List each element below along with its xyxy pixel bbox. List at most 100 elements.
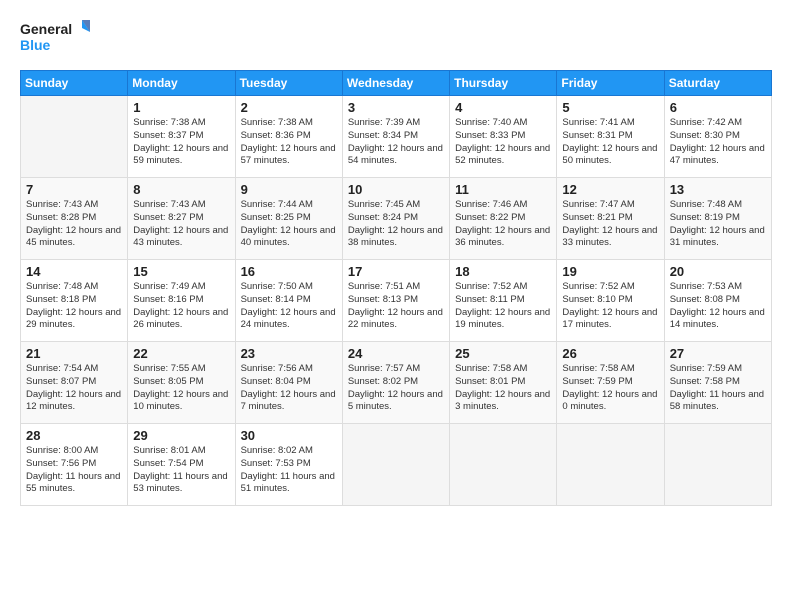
calendar-cell: 22 Sunrise: 7:55 AM Sunset: 8:05 PM Dayli… xyxy=(128,342,235,424)
day-number: 10 xyxy=(348,182,444,197)
calendar-cell: 16 Sunrise: 7:50 AM Sunset: 8:14 PM Dayli… xyxy=(235,260,342,342)
cell-info: Sunrise: 7:51 AM Sunset: 8:13 PM Dayligh… xyxy=(348,281,444,332)
calendar-week-2: 7Sunrise: 7:43 AM Sunset: 8:28 PM Daylig… xyxy=(21,178,772,260)
day-number: 2 xyxy=(241,100,337,115)
calendar-weekday-friday: Friday xyxy=(557,71,664,96)
cell-info: Sunrise: 7:45 AM Sunset: 8:24 PM Dayligh… xyxy=(348,199,444,250)
calendar-cell: 29 Sunrise: 8:01 AM Sunset: 7:54 PM Dayli… xyxy=(128,424,235,506)
cell-info: Sunrise: 7:55 AM Sunset: 8:05 PM Dayligh… xyxy=(133,363,229,414)
calendar-cell: 7Sunrise: 7:43 AM Sunset: 8:28 PM Daylig… xyxy=(21,178,128,260)
day-number: 26 xyxy=(562,346,658,361)
cell-info: Sunrise: 7:54 AM Sunset: 8:07 PM Dayligh… xyxy=(26,363,122,414)
calendar-cell xyxy=(21,96,128,178)
cell-info: Sunrise: 8:02 AM Sunset: 7:53 PM Dayligh… xyxy=(241,445,337,496)
day-number: 5 xyxy=(562,100,658,115)
day-number: 23 xyxy=(241,346,337,361)
cell-info: Sunrise: 7:43 AM Sunset: 8:28 PM Dayligh… xyxy=(26,199,122,250)
calendar-cell xyxy=(664,424,771,506)
cell-info: Sunrise: 7:49 AM Sunset: 8:16 PM Dayligh… xyxy=(133,281,229,332)
day-number: 20 xyxy=(670,264,766,279)
cell-info: Sunrise: 7:41 AM Sunset: 8:31 PM Dayligh… xyxy=(562,117,658,168)
cell-info: Sunrise: 7:48 AM Sunset: 8:19 PM Dayligh… xyxy=(670,199,766,250)
calendar-cell: 10 Sunrise: 7:45 AM Sunset: 8:24 PM Dayli… xyxy=(342,178,449,260)
cell-info: Sunrise: 7:40 AM Sunset: 8:33 PM Dayligh… xyxy=(455,117,551,168)
day-number: 16 xyxy=(241,264,337,279)
calendar-cell: 15Sunrise: 7:49 AM Sunset: 8:16 PM Dayli… xyxy=(128,260,235,342)
day-number: 22 xyxy=(133,346,229,361)
calendar-cell: 2Sunrise: 7:38 AM Sunset: 8:36 PM Daylig… xyxy=(235,96,342,178)
day-number: 12 xyxy=(562,182,658,197)
page-header: General Blue xyxy=(20,16,772,60)
calendar-cell: 19Sunrise: 7:52 AM Sunset: 8:10 PM Dayli… xyxy=(557,260,664,342)
cell-info: Sunrise: 7:50 AM Sunset: 8:14 PM Dayligh… xyxy=(241,281,337,332)
calendar-cell: 28Sunrise: 8:00 AM Sunset: 7:56 PM Dayli… xyxy=(21,424,128,506)
calendar-weekday-monday: Monday xyxy=(128,71,235,96)
calendar: SundayMondayTuesdayWednesdayThursdayFrid… xyxy=(20,70,772,506)
cell-info: Sunrise: 7:48 AM Sunset: 8:18 PM Dayligh… xyxy=(26,281,122,332)
cell-info: Sunrise: 8:01 AM Sunset: 7:54 PM Dayligh… xyxy=(133,445,229,496)
cell-info: Sunrise: 7:43 AM Sunset: 8:27 PM Dayligh… xyxy=(133,199,229,250)
cell-info: Sunrise: 7:53 AM Sunset: 8:08 PM Dayligh… xyxy=(670,281,766,332)
day-number: 29 xyxy=(133,428,229,443)
cell-info: Sunrise: 7:39 AM Sunset: 8:34 PM Dayligh… xyxy=(348,117,444,168)
day-number: 27 xyxy=(670,346,766,361)
cell-info: Sunrise: 7:47 AM Sunset: 8:21 PM Dayligh… xyxy=(562,199,658,250)
day-number: 21 xyxy=(26,346,122,361)
calendar-weekday-sunday: Sunday xyxy=(21,71,128,96)
calendar-cell: 18 Sunrise: 7:52 AM Sunset: 8:11 PM Dayli… xyxy=(450,260,557,342)
cell-info: Sunrise: 7:52 AM Sunset: 8:11 PM Dayligh… xyxy=(455,281,551,332)
day-number: 1 xyxy=(133,100,229,115)
day-number: 25 xyxy=(455,346,551,361)
calendar-cell: 17 Sunrise: 7:51 AM Sunset: 8:13 PM Dayli… xyxy=(342,260,449,342)
calendar-cell: 23 Sunrise: 7:56 AM Sunset: 8:04 PM Dayli… xyxy=(235,342,342,424)
calendar-weekday-thursday: Thursday xyxy=(450,71,557,96)
day-number: 24 xyxy=(348,346,444,361)
cell-info: Sunrise: 7:46 AM Sunset: 8:22 PM Dayligh… xyxy=(455,199,551,250)
calendar-week-3: 14 Sunrise: 7:48 AM Sunset: 8:18 PM Dayli… xyxy=(21,260,772,342)
calendar-cell: 24Sunrise: 7:57 AM Sunset: 8:02 PM Dayli… xyxy=(342,342,449,424)
calendar-cell: 14 Sunrise: 7:48 AM Sunset: 8:18 PM Dayli… xyxy=(21,260,128,342)
cell-info: Sunrise: 7:59 AM Sunset: 7:58 PM Dayligh… xyxy=(670,363,766,414)
calendar-weekday-tuesday: Tuesday xyxy=(235,71,342,96)
calendar-cell: 8 Sunrise: 7:43 AM Sunset: 8:27 PM Daylig… xyxy=(128,178,235,260)
logo: General Blue xyxy=(20,16,90,60)
day-number: 11 xyxy=(455,182,551,197)
calendar-week-4: 21 Sunrise: 7:54 AM Sunset: 8:07 PM Dayli… xyxy=(21,342,772,424)
cell-info: Sunrise: 7:38 AM Sunset: 8:37 PM Dayligh… xyxy=(133,117,229,168)
day-number: 17 xyxy=(348,264,444,279)
calendar-cell: 1 Sunrise: 7:38 AM Sunset: 8:37 PM Daylig… xyxy=(128,96,235,178)
day-number: 9 xyxy=(241,182,337,197)
calendar-cell: 30 Sunrise: 8:02 AM Sunset: 7:53 PM Dayli… xyxy=(235,424,342,506)
svg-text:Blue: Blue xyxy=(20,37,51,53)
cell-info: Sunrise: 7:58 AM Sunset: 8:01 PM Dayligh… xyxy=(455,363,551,414)
day-number: 18 xyxy=(455,264,551,279)
calendar-week-1: 1 Sunrise: 7:38 AM Sunset: 8:37 PM Daylig… xyxy=(21,96,772,178)
day-number: 28 xyxy=(26,428,122,443)
calendar-cell: 27 Sunrise: 7:59 AM Sunset: 7:58 PM Dayli… xyxy=(664,342,771,424)
calendar-cell: 3 Sunrise: 7:39 AM Sunset: 8:34 PM Daylig… xyxy=(342,96,449,178)
cell-info: Sunrise: 7:56 AM Sunset: 8:04 PM Dayligh… xyxy=(241,363,337,414)
calendar-weekday-wednesday: Wednesday xyxy=(342,71,449,96)
calendar-header-row: SundayMondayTuesdayWednesdayThursdayFrid… xyxy=(21,71,772,96)
calendar-cell: 21 Sunrise: 7:54 AM Sunset: 8:07 PM Dayli… xyxy=(21,342,128,424)
svg-text:General: General xyxy=(20,21,72,37)
day-number: 8 xyxy=(133,182,229,197)
calendar-cell: 12 Sunrise: 7:47 AM Sunset: 8:21 PM Dayli… xyxy=(557,178,664,260)
calendar-cell: 26 Sunrise: 7:58 AM Sunset: 7:59 PM Dayli… xyxy=(557,342,664,424)
calendar-cell: 5 Sunrise: 7:41 AM Sunset: 8:31 PM Daylig… xyxy=(557,96,664,178)
calendar-cell: 4Sunrise: 7:40 AM Sunset: 8:33 PM Daylig… xyxy=(450,96,557,178)
calendar-weekday-saturday: Saturday xyxy=(664,71,771,96)
calendar-cell xyxy=(557,424,664,506)
calendar-cell: 20 Sunrise: 7:53 AM Sunset: 8:08 PM Dayli… xyxy=(664,260,771,342)
cell-info: Sunrise: 7:58 AM Sunset: 7:59 PM Dayligh… xyxy=(562,363,658,414)
calendar-cell: 6Sunrise: 7:42 AM Sunset: 8:30 PM Daylig… xyxy=(664,96,771,178)
day-number: 13 xyxy=(670,182,766,197)
day-number: 19 xyxy=(562,264,658,279)
calendar-cell: 9 Sunrise: 7:44 AM Sunset: 8:25 PM Daylig… xyxy=(235,178,342,260)
calendar-cell: 13 Sunrise: 7:48 AM Sunset: 8:19 PM Dayli… xyxy=(664,178,771,260)
day-number: 30 xyxy=(241,428,337,443)
calendar-cell: 11 Sunrise: 7:46 AM Sunset: 8:22 PM Dayli… xyxy=(450,178,557,260)
day-number: 14 xyxy=(26,264,122,279)
cell-info: Sunrise: 7:44 AM Sunset: 8:25 PM Dayligh… xyxy=(241,199,337,250)
day-number: 3 xyxy=(348,100,444,115)
